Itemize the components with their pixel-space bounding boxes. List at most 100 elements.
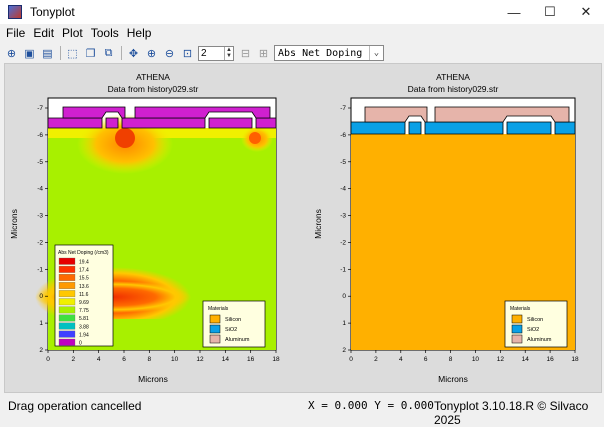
x-tick-label: 6 [424,356,428,363]
chevron-down-icon[interactable]: ⌄ [369,46,383,60]
legend-swatch [58,330,76,338]
y-tick-label: 2 [39,347,43,354]
aluminum-swatch [511,334,523,344]
x-tick-label: 2 [374,356,378,363]
y-tick-label: 1 [342,320,346,327]
y-tick-label: -3 [340,213,346,220]
menu-help[interactable]: Help [127,26,152,40]
sio2-swatch [511,324,523,334]
zoom-out-icon[interactable]: ⊖ [162,46,177,61]
menu-file[interactable]: File [6,26,25,40]
doping-plot[interactable]: ATHENA Data from history029.str Abs Net … [5,64,301,392]
legend-swatch [58,274,76,281]
x-tick-label: 12 [497,356,505,363]
legend-value: 5.81 [79,316,89,322]
x-tick-label: 4 [97,356,101,363]
plot-subtitle: Data from history029.str [408,84,499,94]
save-file-icon[interactable]: ▣ [22,46,37,61]
x-axis-label: Microns [138,374,168,384]
y-tick-label: -7 [340,105,346,112]
x-tick-label: 18 [272,356,280,363]
y-tick-label: -5 [340,159,346,166]
y-tick-label: 1 [39,320,43,327]
x-tick-label: 0 [349,356,353,363]
legend-value: 13.6 [79,284,89,290]
y-tick-label: -2 [37,239,43,246]
zoom-level-value: 2 [201,47,207,59]
doping-hotspot-right-core [249,132,261,144]
cursor-coordinates: X = 0.000 Y = 0.000 [308,399,434,412]
x-tick-label: 6 [122,356,126,363]
legend-value: 11.6 [79,292,89,298]
legend-value: 0 [79,341,82,347]
zoom-level-spinner[interactable]: 2 ▲ ▼ [198,45,234,61]
y-tick-label: -3 [37,213,43,220]
material-plot[interactable]: ATHENA Data from history029.str Material… [303,64,599,392]
legend-swatch [58,338,76,346]
menu-bar: File Edit Plot Tools Help [0,24,604,42]
print-icon[interactable]: ▤ [40,46,55,61]
doping-hotspot-core [115,128,135,148]
legend-swatch [58,290,76,298]
y-tick-label: 0 [39,293,43,300]
legend-value: 7.75 [79,308,89,314]
y-tick-label: -2 [340,239,346,246]
y-tick-label: -1 [37,266,43,273]
load-file-icon[interactable]: ⊕ [4,46,19,61]
quantity-select-value: Abs Net Doping [278,47,363,59]
overlay-plot-icon[interactable]: ⧉ [101,46,116,61]
close-button[interactable]: ✕ [568,0,604,24]
title-bar: Tonyplot — ☐ ✕ [0,0,604,24]
x-tick-label: 12 [196,356,204,363]
previous-frame-icon[interactable]: ⊟ [238,46,253,61]
legend-value: 3.88 [79,324,89,330]
version-text: Tonyplot 3.10.18.R © Silvaco 2025 [434,399,589,427]
tonyplot-app-icon [8,5,22,19]
copy-plot-icon[interactable]: ❐ [83,46,98,61]
menu-tools[interactable]: Tools [91,26,119,40]
select-region-icon[interactable]: ⬚ [65,46,80,61]
maximize-button[interactable]: ☐ [532,0,568,24]
y-tick-label: -5 [37,159,43,166]
x-tick-label: 4 [399,356,403,363]
spinner-arrows-icon[interactable]: ▲ ▼ [224,46,233,60]
y-tick-label: -4 [340,186,346,193]
aluminum-swatch [209,334,221,344]
zoom-in-icon[interactable]: ⊕ [144,46,159,61]
menu-plot[interactable]: Plot [62,26,83,40]
doping-legend-title: Abs Net Doping (/cm3) [58,250,109,256]
x-tick-label: 8 [148,356,152,363]
next-frame-icon[interactable]: ⊞ [256,46,271,61]
zoom-box-icon[interactable]: ⊡ [180,46,195,61]
x-tick-label: 16 [546,356,554,363]
legend-value: 1.94 [79,332,89,338]
menu-edit[interactable]: Edit [33,26,54,40]
pan-icon[interactable]: ✥ [126,46,141,61]
silicon-swatch [511,314,523,324]
material-label-aluminum: Aluminum [527,337,552,343]
x-tick-label: 18 [571,356,579,363]
material-label-silicon: Silicon [225,317,241,323]
quantity-select[interactable]: Abs Net Doping ⌄ [274,45,384,61]
x-tick-label: 0 [46,356,50,363]
toolbar: ⊕ ▣ ▤ ⬚ ❐ ⧉ ✥ ⊕ ⊖ ⊡ 2 ▲ ▼ ⊟ ⊞ Abs Net Dop… [0,43,604,63]
x-tick-label: 10 [171,356,179,363]
legend-swatch [58,298,76,306]
plot-area[interactable]: ATHENA Data from history029.str Abs Net … [4,63,602,393]
legend-value: 19.4 [79,260,89,266]
y-tick-label: -4 [37,186,43,193]
material-label-sio2: SiO2 [527,327,539,333]
status-message: Drag operation cancelled [8,399,142,413]
y-tick-label: 0 [342,293,346,300]
plot-subtitle: Data from history029.str [108,84,199,94]
material-label-aluminum: Aluminum [225,337,250,343]
minimize-button[interactable]: — [496,0,532,24]
toolbar-separator [121,46,122,60]
y-tick-label: -6 [37,132,43,139]
sio2-layer [350,121,576,135]
y-tick-label: -7 [37,105,43,112]
materials-legend-title: Materials [208,306,229,312]
y-tick-label: -6 [340,132,346,139]
x-axis-label: Microns [438,374,468,384]
toolbar-separator [60,46,61,60]
